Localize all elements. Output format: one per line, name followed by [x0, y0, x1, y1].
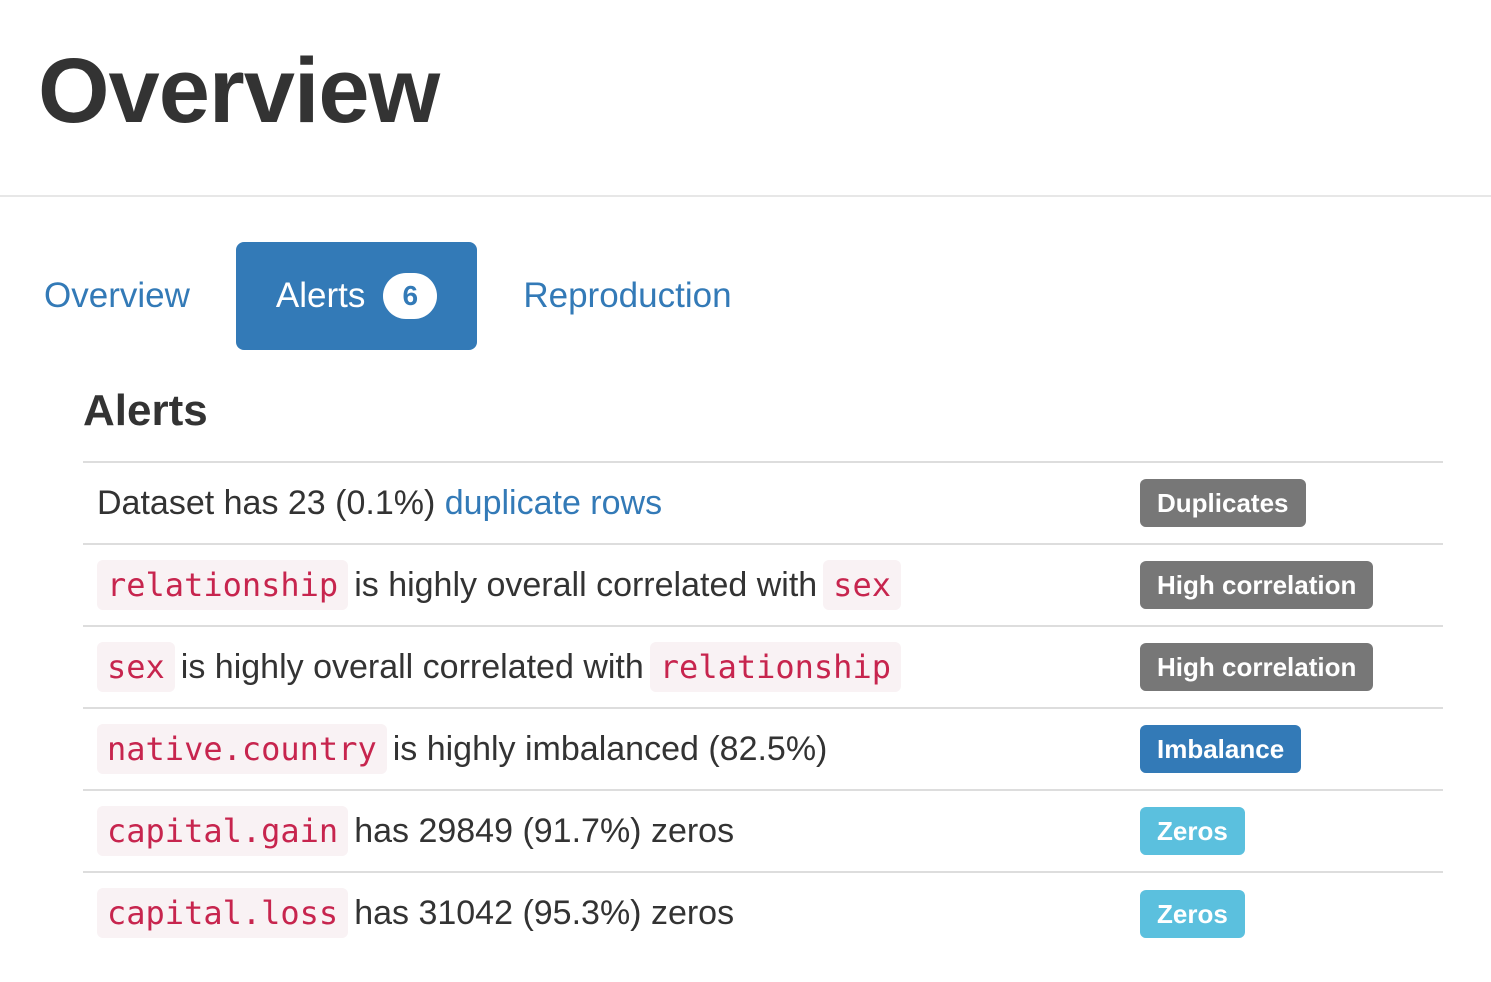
alert-text: has 29849 (91.7%) zeros: [354, 811, 735, 850]
table-row: capital.loss has 31042 (95.3%) zeros Zero…: [83, 871, 1443, 954]
variable-name: sex: [97, 641, 175, 692]
duplicate-rows-link[interactable]: duplicate rows: [445, 484, 662, 522]
table-row: capital.gain has 29849 (91.7%) zeros Zero…: [83, 789, 1443, 872]
tab-reproduction[interactable]: Reproduction: [499, 242, 755, 350]
alert-type-badge: Zeros: [1140, 807, 1245, 855]
table-row: sex is highly overall correlated with rela…: [83, 625, 1443, 708]
tab-reproduction-label: Reproduction: [523, 276, 732, 315]
variable-name: relationship: [649, 641, 901, 692]
alerts-table: Dataset has 23 (0.1%) duplicate rows Dup…: [83, 461, 1443, 954]
header-divider: [0, 195, 1491, 197]
table-row: relationship is highly overall correlated…: [83, 543, 1443, 626]
alert-text: is highly overall correlated with: [180, 647, 644, 686]
alert-message: native.country is highly imbalanced (82.5…: [83, 707, 1140, 790]
alert-text: is highly overall correlated with: [354, 565, 818, 604]
tab-overview-label: Overview: [44, 276, 190, 315]
alert-message: sex is highly overall correlated with rela…: [83, 625, 1140, 708]
alert-message: capital.gain has 29849 (91.7%) zeros: [83, 789, 1140, 872]
variable-name: native.country: [97, 723, 387, 774]
alert-text: Dataset has 23 (0.1%): [97, 483, 445, 522]
badge-cell: Duplicates: [1140, 461, 1443, 544]
badge-cell: Zeros: [1140, 789, 1443, 872]
badge-cell: Zeros: [1140, 871, 1443, 954]
tab-alerts[interactable]: Alerts 6: [235, 242, 478, 350]
alert-text: is highly imbalanced (82.5%): [392, 729, 828, 768]
alert-message: capital.loss has 31042 (95.3%) zeros: [83, 871, 1140, 954]
table-row: Dataset has 23 (0.1%) duplicate rows Dup…: [83, 461, 1443, 544]
tab-overview[interactable]: Overview: [20, 242, 214, 350]
badge-cell: High correlation: [1140, 625, 1443, 708]
alert-type-badge: Zeros: [1140, 889, 1245, 938]
variable-name: sex: [823, 559, 901, 610]
variable-name: capital.loss: [97, 888, 349, 938]
alert-message: relationship is highly overall correlated…: [83, 543, 1140, 626]
variable-name: capital.gain: [97, 805, 349, 856]
tab-alerts-label: Alerts: [275, 276, 366, 315]
page: Overview Overview Alerts 6 Reproduction …: [0, 0, 1491, 982]
alerts-count-badge: 6: [383, 273, 438, 319]
alert-type-badge: Imbalance: [1140, 725, 1302, 773]
badge-cell: High correlation: [1140, 543, 1443, 626]
alert-text: has 31042 (95.3%) zeros: [354, 894, 735, 932]
page-title: Overview: [38, 40, 440, 142]
alert-type-badge: High correlation: [1140, 561, 1374, 609]
alert-type-badge: High correlation: [1140, 643, 1374, 691]
section-title: Alerts: [83, 386, 208, 435]
tab-bar: Overview Alerts 6 Reproduction: [20, 242, 756, 350]
variable-name: relationship: [97, 559, 349, 610]
alert-message: Dataset has 23 (0.1%) duplicate rows: [83, 461, 1140, 544]
table-row: native.country is highly imbalanced (82.5…: [83, 707, 1443, 790]
alert-type-badge: Duplicates: [1140, 479, 1306, 527]
badge-cell: Imbalance: [1140, 707, 1443, 790]
